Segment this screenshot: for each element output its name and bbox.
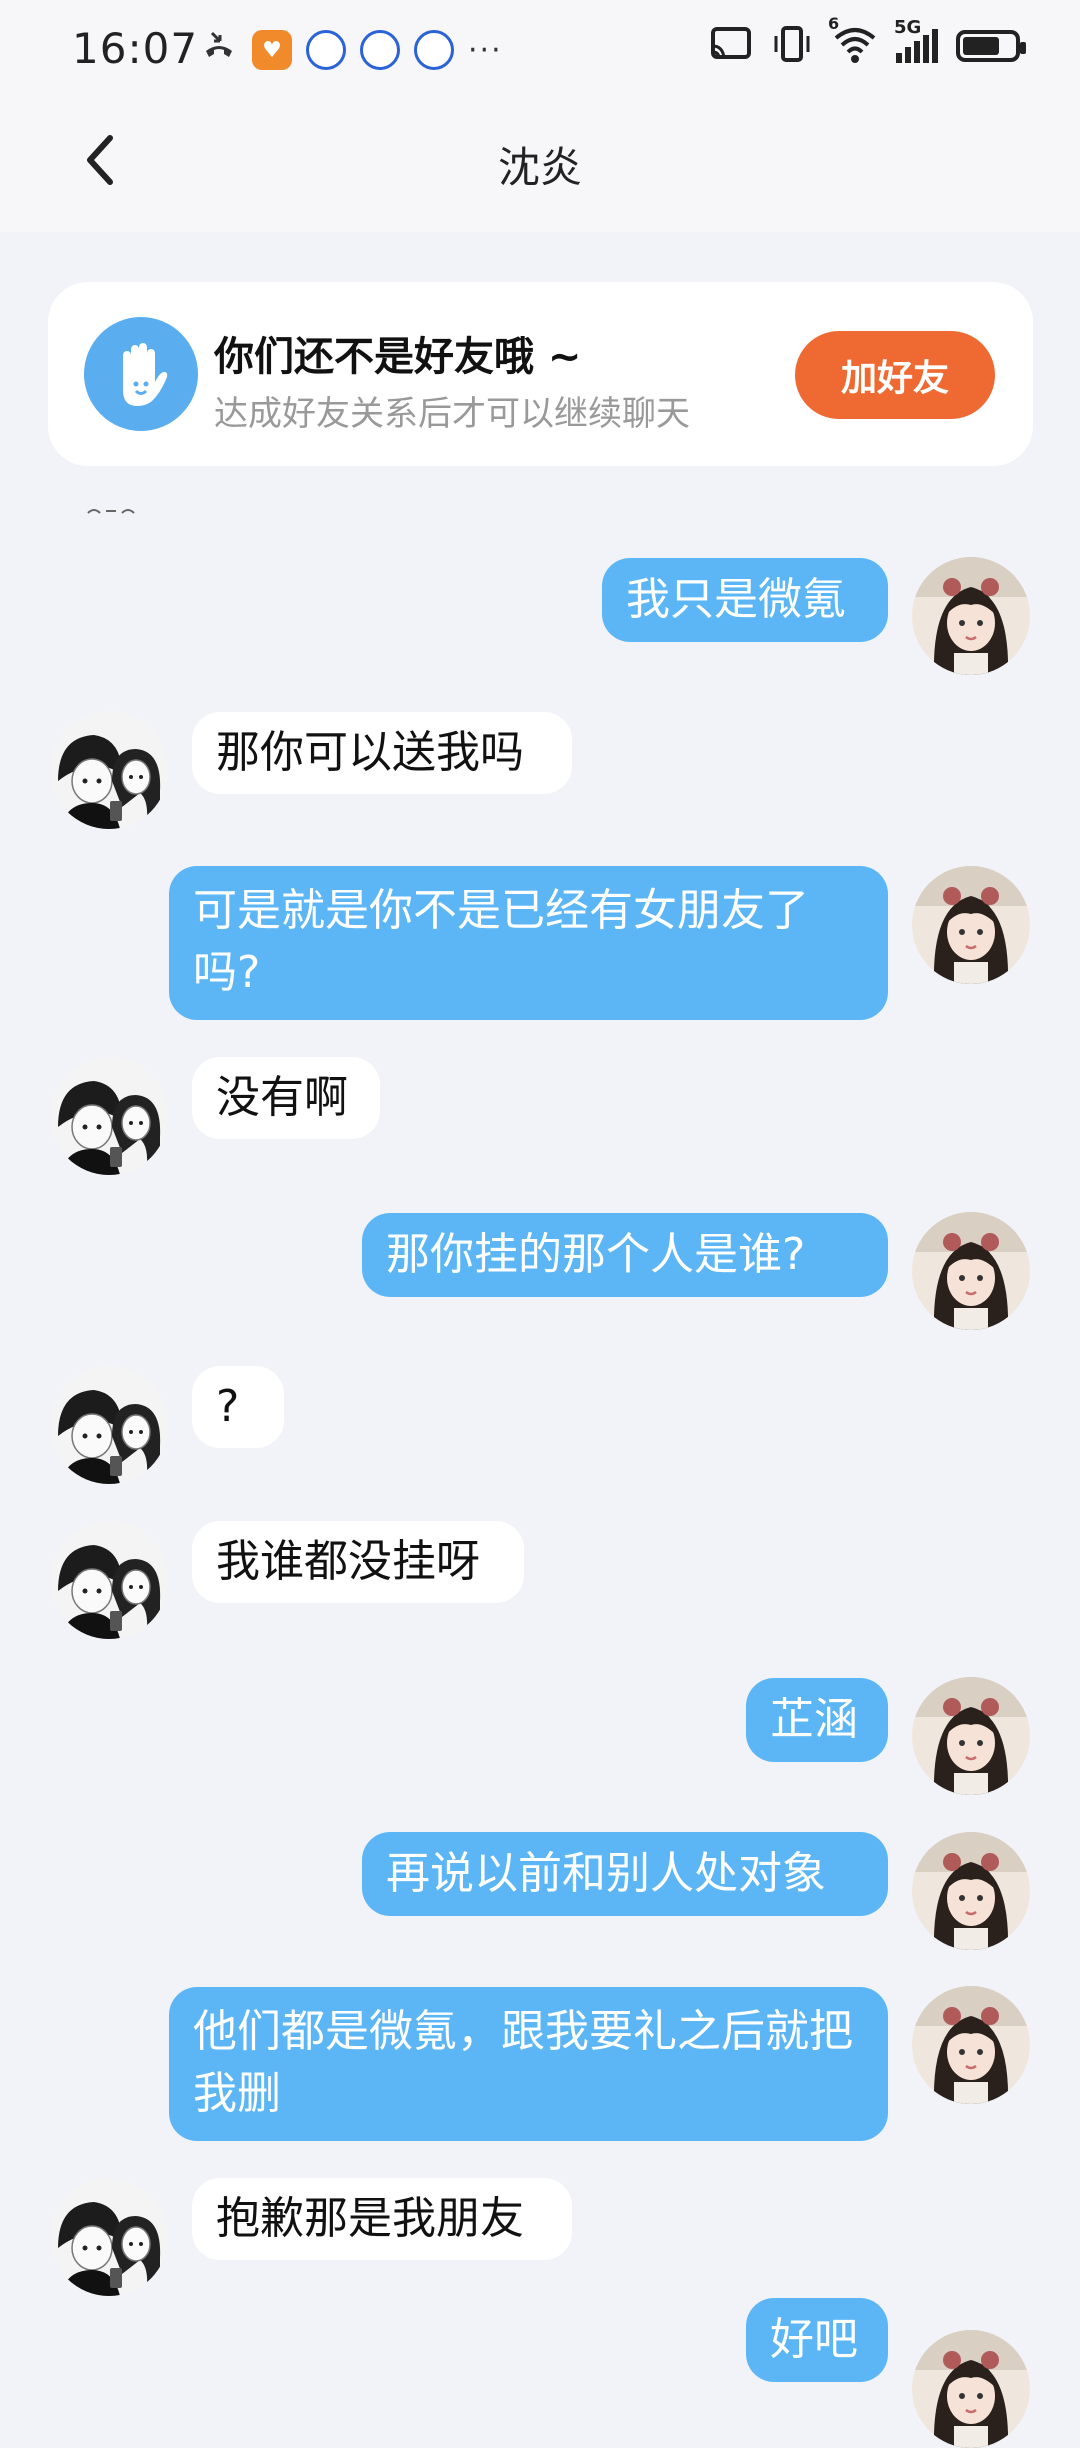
app-notification-icon [306, 30, 346, 70]
my-avatar[interactable] [912, 866, 1030, 984]
banner-title: 你们还不是好友哦 ~ [214, 334, 582, 380]
add-friend-button[interactable]: 加好友 [795, 331, 995, 419]
couple-portrait-icon [50, 1521, 168, 1639]
couple-portrait-icon [50, 2178, 168, 2296]
missed-call-icon [200, 29, 238, 71]
contact-avatar[interactable] [50, 2178, 168, 2296]
my-message-bubble[interactable]: 好吧 [746, 2298, 888, 2382]
couple-portrait-icon [50, 1057, 168, 1175]
chat-header: 沈炎 [0, 100, 1080, 232]
wifi-icon: 6 [828, 14, 878, 68]
my-avatar[interactable] [912, 1677, 1030, 1795]
network-type: 5G [894, 17, 922, 38]
cast-icon [710, 26, 752, 66]
contact-message-bubble[interactable]: ? [192, 1366, 284, 1448]
not-friends-banner: 你们还不是好友哦 ~ 达成好友关系后才可以继续聊天 加好友 [48, 282, 1033, 466]
couple-portrait-icon [50, 711, 168, 829]
app-notification-icon: ♥ [252, 30, 292, 70]
girl-portrait-icon [912, 866, 1030, 984]
status-bar: 16:07 ♥ ··· 6 5G [0, 0, 1080, 100]
contact-avatar[interactable] [50, 711, 168, 829]
contact-avatar[interactable] [50, 1366, 168, 1484]
cellular-signal-icon: 5G [894, 17, 938, 63]
my-message-bubble[interactable]: 他们都是微氪，跟我要礼之后就把我删 [169, 1987, 888, 2141]
girl-portrait-icon [912, 557, 1030, 675]
girl-portrait-icon [912, 1986, 1030, 2104]
page-title: 沈炎 [497, 143, 582, 192]
battery-icon [956, 30, 1026, 62]
contact-avatar[interactable] [50, 1521, 168, 1639]
my-message-bubble[interactable]: 我只是微氪 [602, 558, 888, 642]
app-notification-icon [414, 30, 454, 70]
my-message-bubble[interactable]: 可是就是你不是已经有女朋友了吗? [169, 866, 888, 1020]
contact-message-bubble[interactable]: 那你可以送我吗 [192, 712, 572, 794]
my-message-bubble[interactable]: 再说以前和别人处对象 [362, 1832, 888, 1916]
girl-portrait-icon [912, 2330, 1030, 2448]
app-notification-icon [360, 30, 400, 70]
my-avatar[interactable] [912, 1986, 1030, 2104]
my-message-bubble[interactable]: 芷涵 [746, 1678, 888, 1762]
clipped-text-fragment [87, 509, 135, 514]
my-avatar[interactable] [912, 2330, 1030, 2448]
wifi-badge: 6 [828, 14, 840, 33]
vibrate-icon [770, 24, 814, 68]
contact-message-bubble[interactable]: 我谁都没挂呀 [192, 1521, 524, 1603]
my-avatar[interactable] [912, 557, 1030, 675]
my-message-bubble[interactable]: 那你挂的那个人是谁? [362, 1213, 888, 1297]
couple-portrait-icon [50, 1366, 168, 1484]
girl-portrait-icon [912, 1832, 1030, 1950]
girl-portrait-icon [912, 1212, 1030, 1330]
my-avatar[interactable] [912, 1832, 1030, 1950]
banner-subtitle: 达成好友关系后才可以继续聊天 [214, 394, 690, 434]
contact-message-bubble[interactable]: 没有啊 [192, 1057, 380, 1139]
wave-hand-icon [84, 317, 198, 431]
girl-portrait-icon [912, 1677, 1030, 1795]
more-notifications-icon: ··· [468, 32, 503, 68]
notification-icons: ♥ ··· [200, 28, 503, 72]
system-icons: 6 5G [710, 14, 1026, 68]
my-avatar[interactable] [912, 1212, 1030, 1330]
contact-message-bubble[interactable]: 抱歉那是我朋友 [192, 2178, 572, 2260]
status-time: 16:07 [72, 24, 199, 73]
contact-avatar[interactable] [50, 1057, 168, 1175]
